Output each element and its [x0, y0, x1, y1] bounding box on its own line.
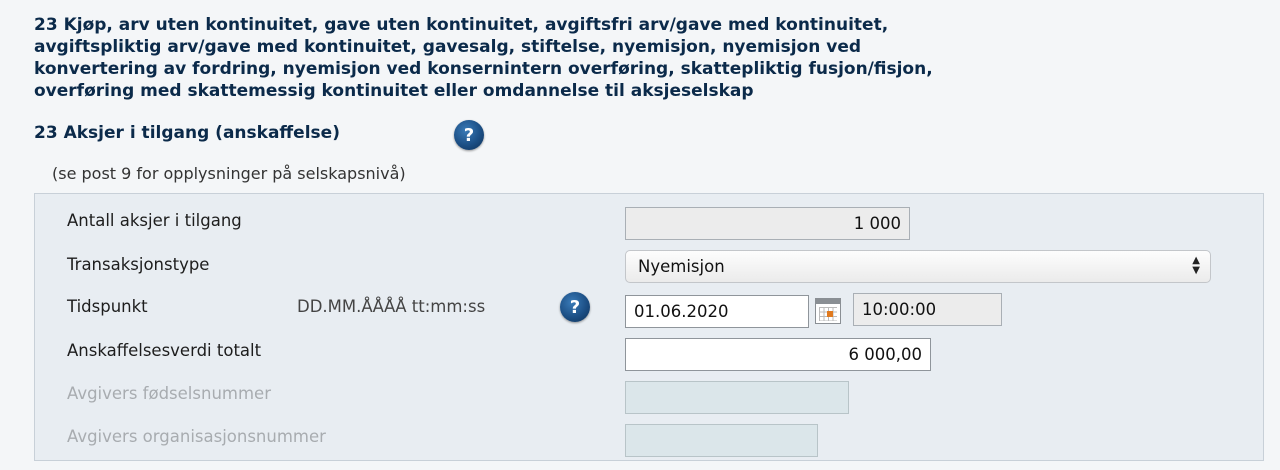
form-page: 23 Kjøp, arv uten kontinuitet, gave uten… — [0, 0, 1280, 470]
transferor-org-label: Avgivers organisasjonsnummer — [67, 427, 326, 446]
time-label: Tidspunkt — [67, 297, 148, 316]
shares-field[interactable]: 1 000 — [625, 207, 910, 240]
transaction-type-value: Nyemisjon — [638, 257, 725, 276]
post-heading: 23 Kjøp, arv uten kontinuitet, gave uten… — [34, 14, 1254, 102]
date-field[interactable]: 01.06.2020 — [625, 295, 809, 328]
transaction-type-label: Transaksjonstype — [67, 255, 210, 274]
heading-line: konvertering av fordring, nyemisjon ved … — [34, 59, 933, 79]
transferor-ssn-label: Avgivers fødselsnummer — [67, 384, 271, 403]
section-title: 23 Aksjer i tilgang (anskaffelse) — [34, 123, 340, 143]
select-arrows-icon: ▲ ▼ — [1192, 255, 1200, 276]
calendar-icon[interactable] — [815, 298, 841, 324]
time-format-hint: DD.MM.ÅÅÅÅ tt:mm:ss — [297, 297, 486, 316]
heading-line: avgiftspliktig arv/gave med kontinuitet,… — [34, 37, 862, 57]
heading-line: overføring med skattemessig kontinuitet … — [34, 81, 754, 101]
transferor-org-field — [625, 424, 818, 457]
section-note: (se post 9 for opplysninger på selskapsn… — [52, 164, 406, 183]
question-mark-icon[interactable]: ? — [560, 292, 590, 322]
shares-label: Antall aksjer i tilgang — [67, 211, 242, 230]
acquisition-value-label: Anskaffelsesverdi totalt — [67, 341, 262, 360]
time-field[interactable]: 10:00:00 — [853, 293, 1002, 326]
question-mark-icon[interactable]: ? — [454, 120, 484, 150]
transaction-type-select[interactable]: Nyemisjon ▲ ▼ — [625, 250, 1211, 283]
acquisition-value-field[interactable]: 6 000,00 — [625, 338, 931, 371]
transferor-ssn-field — [625, 381, 849, 414]
heading-line: 23 Kjøp, arv uten kontinuitet, gave uten… — [34, 15, 889, 35]
